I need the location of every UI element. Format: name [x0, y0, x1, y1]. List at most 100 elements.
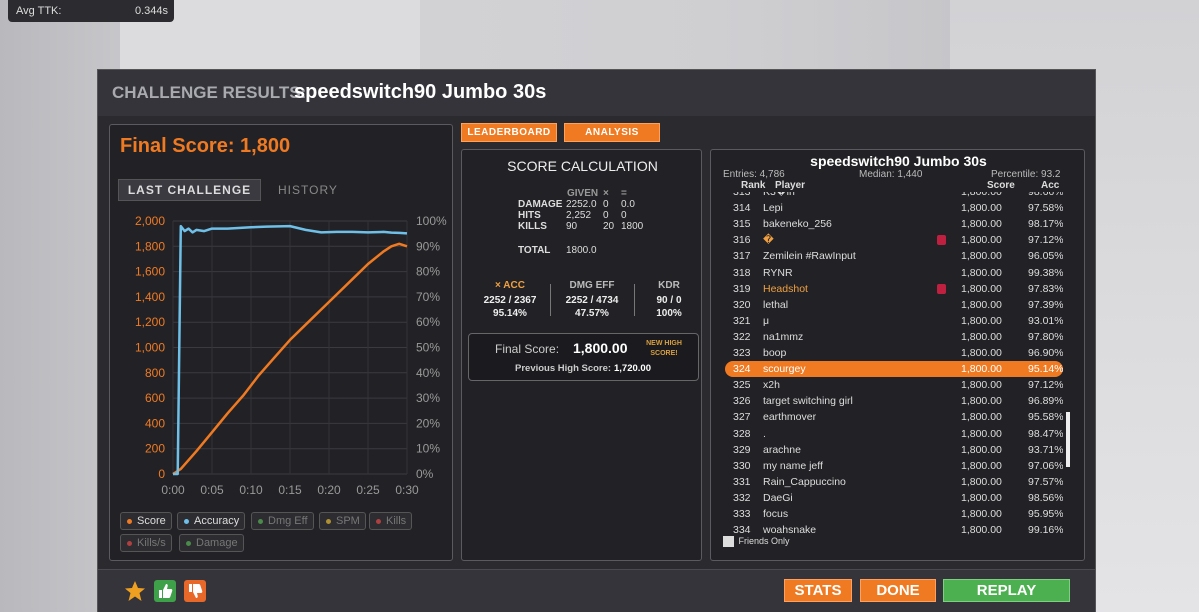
replay-button[interactable]: REPLAY [943, 579, 1070, 602]
row-rank: 331 [733, 475, 751, 488]
leaderboard-row[interactable]: 329 arachne 1,800.00 93.71% [725, 442, 1063, 458]
score-calculation-title: SCORE CALCULATION [507, 158, 658, 174]
kills-given: 90 [566, 221, 578, 232]
row-acc: 97.12% [1028, 234, 1063, 247]
total-value: 1800.0 [566, 245, 597, 256]
leaderboard-row[interactable]: 322 na1mmz 1,800.00 97.80% [725, 329, 1063, 345]
leaderboard-row-current-player[interactable]: 324 scourgey 1,800.00 95.14% [725, 361, 1063, 378]
done-button[interactable]: DONE [860, 579, 936, 602]
row-acc: 96.90% [1028, 347, 1063, 359]
rank-column-header[interactable]: Rank [741, 180, 765, 191]
leaderboard-row[interactable]: 327 earthmover 1,800.00 95.58% [725, 409, 1063, 425]
y-left-tick-label: 600 [145, 391, 165, 405]
row-player: RYNR [763, 266, 793, 279]
row-player: my name jeff [763, 459, 823, 472]
analysis-tab-button[interactable]: ANALYSIS [564, 123, 660, 142]
legend-dmg-eff[interactable]: Dmg Eff [251, 512, 314, 530]
row-acc: 99.16% [1028, 524, 1063, 536]
x-tick-label: 0:10 [239, 483, 263, 497]
kdr-stat-ratio: 90 / 0 [656, 295, 682, 306]
leaderboard-row[interactable]: 313 K3�in 1,800.00 98.66% [725, 192, 1063, 200]
row-acc: 93.01% [1028, 314, 1063, 327]
row-rank: 322 [733, 330, 751, 343]
leaderboard-row[interactable]: 320 lethal 1,800.00 97.39% [725, 297, 1063, 313]
row-acc: 97.57% [1028, 475, 1063, 488]
kills-result: 1800 [621, 221, 644, 232]
leaderboard-rows[interactable]: 313 K3�in 1,800.00 98.66% 314 Lepi 1,800.00 97.… [725, 192, 1063, 536]
row-acc: 97.80% [1028, 330, 1063, 343]
thumbs-down-icon[interactable] [184, 580, 206, 602]
challenge-name: speedswitch90 Jumbo 30s [294, 81, 547, 103]
leaderboard-row[interactable]: 325 x2h 1,800.00 97.12% [725, 377, 1063, 393]
legend-kills-per-sec[interactable]: Kills/s [120, 534, 172, 552]
legend-accuracy-label: Accuracy [194, 515, 240, 527]
row-rank: 320 [733, 298, 751, 311]
challenge-results-panel: CHALLENGE RESULTS: speedswitch90 Jumbo 3… [97, 69, 1096, 612]
row-acc: 98.56% [1028, 491, 1063, 504]
row-score: 1,800.00 [961, 202, 1002, 215]
thumbs-up-icon[interactable] [154, 580, 176, 602]
kills-label: KILLS [518, 221, 547, 232]
dmg-eff-stat-ratio: 2252 / 4734 [565, 295, 619, 306]
leaderboard-row[interactable]: 321 μ 1,800.00 93.01% [725, 313, 1063, 329]
friends-only-label: Friends Only [738, 536, 790, 546]
hits-result: 0 [621, 210, 627, 221]
row-score: 1,800.00 [961, 475, 1002, 488]
score-column-header[interactable]: Score [987, 180, 1015, 191]
leaderboard-tab-button[interactable]: LEADERBOARD [461, 123, 557, 142]
row-acc: 99.38% [1028, 266, 1063, 279]
total-label: TOTAL [518, 245, 551, 256]
friends-only-checkbox[interactable] [723, 536, 734, 548]
legend-damage-label: Damage [196, 537, 238, 549]
player-column-header[interactable]: Player [775, 180, 805, 191]
leaderboard-row[interactable]: 330 my name jeff 1,800.00 97.06% [725, 458, 1063, 474]
leaderboard-row[interactable]: 316 � 1,800.00 97.12% [725, 232, 1063, 248]
score-chart-panel: Final Score: 1,800 LAST CHALLENGE HISTOR… [109, 124, 453, 561]
row-score: 1,800.00 [961, 282, 1002, 295]
legend-score[interactable]: Score [120, 512, 172, 530]
leaderboard-row[interactable]: 328. 1,800.00 98.47% [725, 426, 1063, 442]
spm-dot-icon [326, 519, 331, 524]
previous-high-value: 1,720.00 [614, 363, 651, 374]
leaderboard-row[interactable]: 317 Zemilein #RawInput 1,800.00 96.05% [725, 248, 1063, 264]
leaderboard-row[interactable]: 323 boop 1,800.00 96.90% [725, 345, 1063, 361]
row-acc: 96.05% [1028, 250, 1063, 263]
row-player: woahsnake [763, 524, 817, 536]
kdr-stat-header: KDR [658, 280, 680, 291]
friends-only-toggle[interactable]: Friends Only [723, 536, 790, 548]
leaderboard-scrollbar[interactable] [1066, 412, 1070, 467]
legend-spm[interactable]: SPM [319, 512, 366, 530]
row-score: 1,800.00 [961, 459, 1002, 472]
row-player: target switching girl [763, 395, 853, 408]
legend-dmg-eff-label: Dmg Eff [268, 515, 308, 527]
leaderboard-row[interactable]: 334 woahsnake 1,800.00 99.16% [725, 522, 1063, 536]
final-score-heading: Final Score: 1,800 [120, 135, 291, 157]
tab-history[interactable]: HISTORY [278, 183, 338, 197]
leaderboard-row[interactable]: 326 target switching girl 1,800.00 96.89% [725, 393, 1063, 409]
row-player: � [763, 234, 774, 247]
row-score: 1,800.00 [961, 411, 1002, 424]
score-calculation-panel: SCORE CALCULATION GIVEN × = DAMAGE 2252.… [461, 149, 702, 561]
x-tick-label: 0:30 [395, 483, 419, 497]
leaderboard-row[interactable]: 332 DaeGi 1,800.00 98.56% [725, 490, 1063, 506]
leaderboard-row[interactable]: 318 RYNR 1,800.00 99.38% [725, 265, 1063, 281]
star-icon[interactable] [124, 580, 146, 602]
leaderboard-row[interactable]: 315 bakeneko_256 1,800.00 98.17% [725, 216, 1063, 232]
leaderboard-row[interactable]: 319 Headshot 1,800.00 97.83% [725, 281, 1063, 297]
legend-damage[interactable]: Damage [179, 534, 244, 552]
stats-button[interactable]: STATS [784, 579, 852, 602]
leaderboard-row[interactable]: 314 Lepi 1,800.00 97.58% [725, 200, 1063, 216]
dmg-eff-stat-percent: 47.57% [575, 308, 609, 319]
tab-last-challenge[interactable]: LAST CHALLENGE [118, 179, 261, 201]
row-rank: 327 [733, 411, 751, 424]
row-score: 1,800.00 [961, 524, 1002, 536]
row-acc: 95.58% [1028, 411, 1063, 424]
leaderboard-row[interactable]: 333 focus 1,800.00 95.95% [725, 506, 1063, 522]
legend-kills[interactable]: Kills [369, 512, 413, 530]
row-player: bakeneko_256 [763, 218, 832, 231]
y-left-tick-label: 1,400 [135, 290, 165, 304]
acc-column-header[interactable]: Acc [1041, 180, 1059, 191]
row-rank: 315 [733, 218, 751, 231]
legend-accuracy[interactable]: Accuracy [177, 512, 246, 530]
leaderboard-row[interactable]: 331 Rain_Cappuccino 1,800.00 97.57% [725, 474, 1063, 490]
